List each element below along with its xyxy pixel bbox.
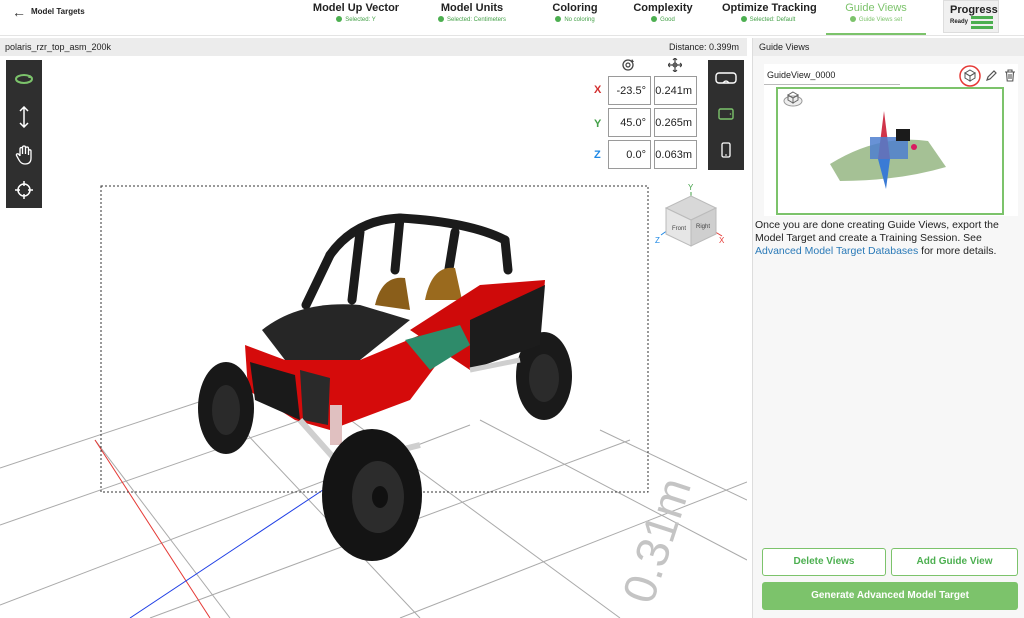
step-label: Model Units	[440, 2, 504, 14]
guide-view-name[interactable]: GuideView_0000	[767, 70, 835, 80]
position-y-field[interactable]: 0.265m	[654, 108, 697, 137]
position-x-field[interactable]: 0.241m	[654, 76, 697, 105]
generate-model-target-button[interactable]: Generate Advanced Model Target	[762, 582, 1018, 610]
cube-view-icon[interactable]	[959, 65, 981, 87]
cube-right-label: Right	[696, 224, 710, 230]
x-axis-label: X	[594, 84, 602, 96]
step-label: Optimize Tracking	[722, 2, 817, 14]
step-status: No coloring	[548, 16, 602, 23]
rotation-y-field[interactable]: 45.0°	[608, 108, 651, 137]
focus-toolbar	[6, 172, 42, 208]
step-optimize-tracking[interactable]: Optimize Tracking Selected: Default	[722, 2, 817, 23]
tablet-icon[interactable]	[708, 96, 744, 132]
step-coloring[interactable]: Coloring No coloring	[548, 2, 602, 23]
arrow-left-icon[interactable]: ←	[12, 4, 26, 20]
camera-toolbar	[6, 60, 42, 174]
preview-vehicle-cage	[896, 129, 910, 141]
check-icon	[555, 16, 562, 22]
cube-z-label: Z	[655, 236, 660, 245]
step-status: Guide Views set	[826, 16, 926, 23]
step-model-units[interactable]: Model Units Selected: Centimeters	[430, 2, 514, 23]
vehicle-model	[198, 213, 572, 561]
rotate-icon	[621, 58, 635, 77]
panel-title: Guide Views	[753, 38, 1024, 56]
3d-viewport[interactable]: 0.31m Front Right Y X Z X Y Z -23.5° 0.2…	[0, 56, 747, 618]
guide-view-thumbnail[interactable]	[776, 87, 1004, 215]
step-status: Selected: Default	[722, 16, 814, 23]
z-axis-line	[129, 481, 336, 618]
cube-view-icon	[783, 91, 803, 107]
check-icon	[651, 16, 658, 22]
model-name: polaris_rzr_top_asm_200k	[5, 42, 112, 52]
app-title: Model Targets	[31, 7, 85, 16]
distance-readout: Distance: 0.399m	[668, 42, 739, 52]
cube-x-label: X	[719, 236, 725, 245]
pan-hand-icon[interactable]	[6, 136, 42, 174]
rotation-z-field[interactable]: 0.0°	[608, 140, 651, 169]
top-bar: ← Model Targets Model Up Vector Selected…	[0, 0, 1024, 36]
step-label: Coloring	[552, 2, 598, 14]
step-guide-views[interactable]: Guide Views Guide Views set	[826, 2, 926, 35]
name-underline	[764, 84, 900, 85]
phone-icon[interactable]	[708, 132, 744, 168]
vertical-move-icon[interactable]	[6, 98, 42, 136]
check-icon	[740, 16, 747, 22]
position-z-field[interactable]: 0.063m	[654, 140, 697, 169]
guide-views-panel: Guide Views GuideView_0000 Once you are …	[752, 38, 1024, 618]
step-status: Good	[633, 16, 693, 23]
delete-views-button[interactable]: Delete Views	[762, 548, 886, 576]
step-label: Guide Views	[845, 2, 907, 14]
check-icon	[336, 16, 343, 22]
step-complexity[interactable]: Complexity Good	[633, 2, 693, 23]
rotation-x-field[interactable]: -23.5°	[608, 76, 651, 105]
y-axis-label: Y	[594, 118, 602, 130]
info-text: Once you are done creating Guide Views, …	[755, 219, 999, 257]
list-icon	[971, 16, 993, 31]
move-arrows-icon	[667, 57, 683, 77]
guide-view-card[interactable]: GuideView_0000	[764, 64, 1018, 216]
step-label: Model Up Vector	[312, 2, 400, 14]
x-axis-line	[94, 439, 211, 618]
progress-label: Progress	[950, 4, 998, 16]
check-icon	[437, 16, 444, 22]
trash-icon[interactable]	[1004, 69, 1016, 85]
crosshair-icon[interactable]	[6, 172, 42, 208]
cube-y-label: Y	[688, 183, 694, 192]
advanced-databases-link[interactable]: Advanced Model Target Databases	[755, 245, 918, 257]
navigation-cube[interactable]: Front Right Y X Z	[655, 183, 725, 247]
z-axis-label: Z	[594, 149, 601, 161]
step-status: Selected: Centimeters	[430, 16, 514, 23]
orbit-icon[interactable]	[6, 60, 42, 98]
preview-marker	[911, 144, 917, 150]
viewport-header: polaris_rzr_top_asm_200k Distance: 0.399…	[0, 38, 747, 56]
add-guide-view-button[interactable]: Add Guide View	[891, 548, 1018, 576]
cube-front-label: Front	[672, 226, 686, 232]
check-icon	[849, 16, 856, 22]
device-toolbar	[708, 60, 744, 170]
grid-scale-label: 0.31m	[612, 471, 701, 609]
progress-status: Ready	[950, 19, 969, 25]
step-label: Complexity	[633, 2, 693, 14]
progress-button[interactable]: Progress Ready	[943, 0, 999, 33]
headset-icon[interactable]	[708, 60, 744, 96]
step-status: Selected: Y	[312, 16, 400, 23]
pencil-icon[interactable]	[985, 69, 998, 85]
step-model-up-vector[interactable]: Model Up Vector Selected: Y	[312, 2, 400, 23]
